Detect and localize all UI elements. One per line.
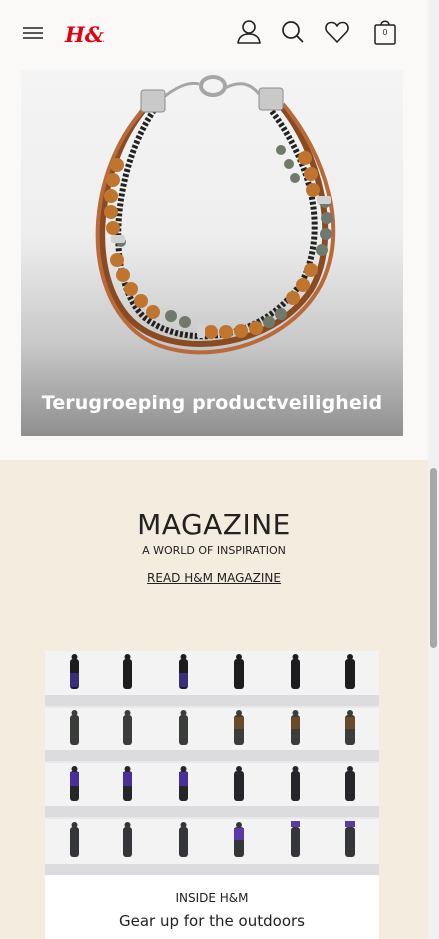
- header: H&M 0: [0, 0, 439, 66]
- magazine-title: MAGAZINE: [137, 508, 291, 541]
- shopping-bag-icon[interactable]: 0: [372, 17, 398, 47]
- magazine-subtitle: A WORLD OF INSPIRATION: [142, 544, 286, 557]
- magazine-section: MAGAZINE A WORLD OF INSPIRATION READ H&M…: [0, 460, 428, 939]
- account-icon[interactable]: [235, 18, 263, 46]
- article-title: Gear up for the outdoors: [119, 912, 305, 930]
- read-magazine-link-wrap: READ H&M MAGAZINE: [0, 571, 428, 585]
- hm-logo[interactable]: H&M: [64, 19, 128, 49]
- menu-icon[interactable]: [22, 22, 44, 44]
- favorites-icon[interactable]: [324, 19, 350, 45]
- hero-title: Terugroeping productveiligheid: [41, 392, 383, 414]
- bag-count: 0: [382, 28, 388, 37]
- article-image: [45, 651, 379, 875]
- product-recall-banner[interactable]: Terugroeping productveiligheid: [21, 70, 403, 436]
- logo-text: H&M: [64, 22, 104, 47]
- page-scrollbar[interactable]: [428, 0, 439, 939]
- read-magazine-link[interactable]: READ H&M MAGAZINE: [147, 571, 281, 585]
- bracelet-image: [95, 75, 336, 355]
- scrollbar-thumb[interactable]: [430, 468, 437, 648]
- search-icon[interactable]: [281, 19, 305, 45]
- article-kicker: INSIDE H&M: [175, 891, 249, 905]
- magazine-article-card[interactable]: INSIDE H&M Gear up for the outdoors: [45, 651, 379, 939]
